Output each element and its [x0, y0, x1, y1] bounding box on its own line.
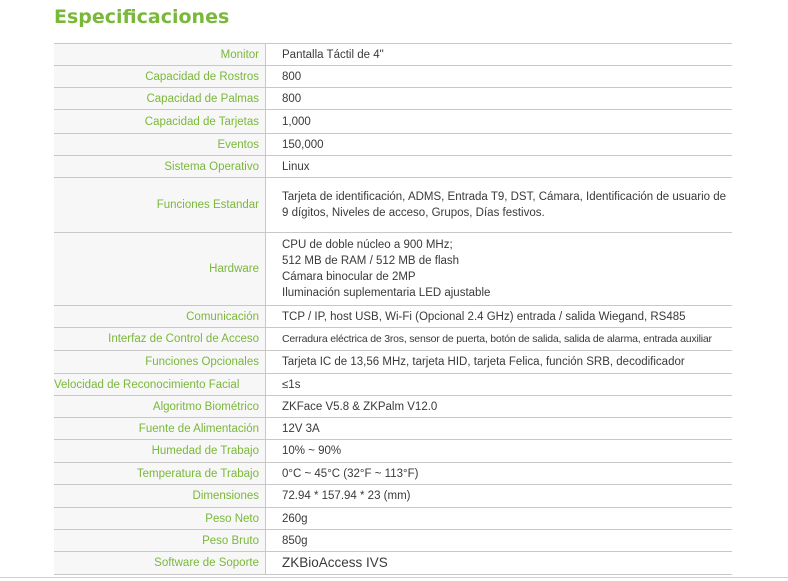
spec-label: Interfaz de Control de Acceso [54, 327, 266, 351]
page-divider [0, 577, 788, 578]
spec-value-line: Tarjeta de identificación, ADMS, Entrada… [282, 191, 727, 219]
spec-value: ZKBioAccess IVS [266, 552, 733, 575]
spec-row-face-capacity: Capacidad de Rostros 800 [54, 65, 733, 88]
spec-value-line: Pantalla Táctil de 4" [282, 48, 384, 61]
spec-label: Funciones Estandar [54, 177, 266, 233]
spec-value: 260g [266, 508, 733, 530]
spec-label: Algoritmo Biométrico [54, 395, 266, 418]
spec-value: Cerradura eléctrica de 3ros, sensor de p… [266, 328, 733, 351]
spec-value: Tarjeta IC de 13,56 MHz, tarjeta HID, ta… [266, 351, 733, 374]
spec-label: Capacidad de Palmas [54, 87, 266, 110]
spec-value-line: 260g [282, 512, 308, 525]
spec-value: CPU de doble núcleo a 900 MHz; 512 MB de… [266, 233, 733, 306]
spec-row-gross-weight: Peso Bruto 850g [54, 529, 733, 552]
spec-value-line: CPU de doble núcleo a 900 MHz; [282, 239, 453, 251]
spec-value-line: 850g [282, 534, 308, 547]
spec-value-line: 150,000 [282, 138, 324, 151]
spec-value: 800 [266, 66, 733, 88]
spec-value-line: 800 [282, 70, 302, 83]
spec-value: Linux [266, 156, 733, 178]
spec-label: Peso Neto [54, 507, 266, 530]
spec-value: ZKFace V5.8 & ZKPalm V12.0 [266, 396, 733, 418]
spec-value: 10% ~ 90% [266, 440, 733, 463]
spec-value: ≤1s [266, 374, 733, 396]
spec-row-palm-capacity: Capacidad de Palmas 800 [54, 87, 733, 110]
spec-value: 72.94 * 157.94 * 23 (mm) [266, 485, 733, 508]
spec-value: 800 [266, 88, 733, 110]
spec-label: Software de Soporte [54, 551, 266, 575]
spec-value: TCP / IP, host USB, Wi-Fi (Opcional 2.4 … [266, 306, 733, 328]
spec-label: Temperatura de Trabajo [54, 462, 266, 485]
spec-row-communication: Comunicación TCP / IP, host USB, Wi-Fi (… [54, 305, 733, 328]
spec-row-net-weight: Peso Neto 260g [54, 507, 733, 530]
spec-value: Tarjeta de identificación, ADMS, Entrada… [266, 178, 733, 233]
spec-value-line: Linux [282, 160, 310, 173]
spec-row-biometric-algorithm: Algoritmo Biométrico ZKFace V5.8 & ZKPal… [54, 395, 733, 418]
spec-label: Capacidad de Rostros [54, 65, 266, 88]
spec-row-supported-software: Software de Soporte ZKBioAccess IVS [54, 551, 733, 575]
spec-value-line: 10% ~ 90% [282, 445, 342, 457]
spec-row-optional-functions: Funciones Opcionales Tarjeta IC de 13,56… [54, 350, 733, 374]
spec-value-line: 800 [282, 92, 302, 105]
spec-value-line: Cerradura eléctrica de 3ros, sensor de p… [282, 333, 712, 345]
section-title: Especificaciones [54, 6, 230, 28]
spec-value-line: Cámara binocular de 2MP [282, 271, 416, 283]
spec-label: Sistema Operativo [54, 155, 266, 178]
spec-value-line: TCP / IP, host USB, Wi-Fi (Opcional 2.4 … [282, 310, 686, 323]
spec-value-line: ≤1s [282, 378, 301, 391]
specifications-table: Monitor Pantalla Táctil de 4" Capacidad … [54, 43, 732, 575]
spec-value: 150,000 [266, 134, 733, 156]
spec-row-working-temperature: Temperatura de Trabajo 0°C ~ 45°C (32°F … [54, 462, 733, 485]
spec-row-card-capacity: Capacidad de Tarjetas 1,000 [54, 109, 733, 134]
spec-row-face-recognition-speed: Velocidad de Reconocimiento Facial ≤1s [54, 373, 733, 396]
spec-label: Fuente de Alimentación [54, 417, 266, 440]
spec-label: Humedad de Trabajo [54, 439, 266, 463]
spec-value-line: 1,000 [282, 115, 311, 128]
spec-row-monitor: Monitor Pantalla Táctil de 4" [54, 43, 733, 66]
spec-row-dimensions: Dimensiones 72.94 * 157.94 * 23 (mm) [54, 484, 733, 508]
spec-value: Pantalla Táctil de 4" [266, 44, 733, 66]
spec-label: Capacidad de Tarjetas [54, 109, 266, 134]
spec-label: Peso Bruto [54, 529, 266, 552]
spec-value-line: 12V 3A [282, 422, 320, 435]
spec-value: 12V 3A [266, 418, 733, 440]
spec-row-hardware: Hardware CPU de doble núcleo a 900 MHz; … [54, 232, 733, 306]
spec-value-line: 0°C ~ 45°C (32°F ~ 113°F) [282, 467, 419, 480]
spec-label: Dimensiones [54, 484, 266, 508]
spec-label: Funciones Opcionales [54, 350, 266, 374]
spec-label: Velocidad de Reconocimiento Facial [54, 373, 266, 396]
spec-value-line: ZKFace V5.8 & ZKPalm V12.0 [282, 400, 438, 413]
spec-row-working-humidity: Humedad de Trabajo 10% ~ 90% [54, 439, 733, 463]
spec-row-operating-system: Sistema Operativo Linux [54, 155, 733, 178]
spec-value: 0°C ~ 45°C (32°F ~ 113°F) [266, 463, 733, 485]
spec-value: 1,000 [266, 110, 733, 134]
spec-row-events: Eventos 150,000 [54, 133, 733, 156]
spec-row-power-supply: Fuente de Alimentación 12V 3A [54, 417, 733, 440]
spec-label: Hardware [54, 232, 266, 306]
spec-row-standard-functions: Funciones Estandar Tarjeta de identifica… [54, 177, 733, 233]
spec-value-line: ZKBioAccess IVS [282, 555, 388, 570]
spec-label: Monitor [54, 43, 266, 66]
spec-label: Comunicación [54, 305, 266, 328]
spec-value-line: Tarjeta IC de 13,56 MHz, tarjeta HID, ta… [282, 356, 685, 368]
spec-value-line: Iluminación suplementaria LED ajustable [282, 287, 491, 299]
spec-value: 850g [266, 530, 733, 552]
spec-row-access-control-interface: Interfaz de Control de Acceso Cerradura … [54, 327, 733, 351]
spec-value-line: 512 MB de RAM / 512 MB de flash [282, 255, 460, 267]
spec-value-line: 72.94 * 157.94 * 23 (mm) [282, 490, 411, 502]
spec-label: Eventos [54, 133, 266, 156]
